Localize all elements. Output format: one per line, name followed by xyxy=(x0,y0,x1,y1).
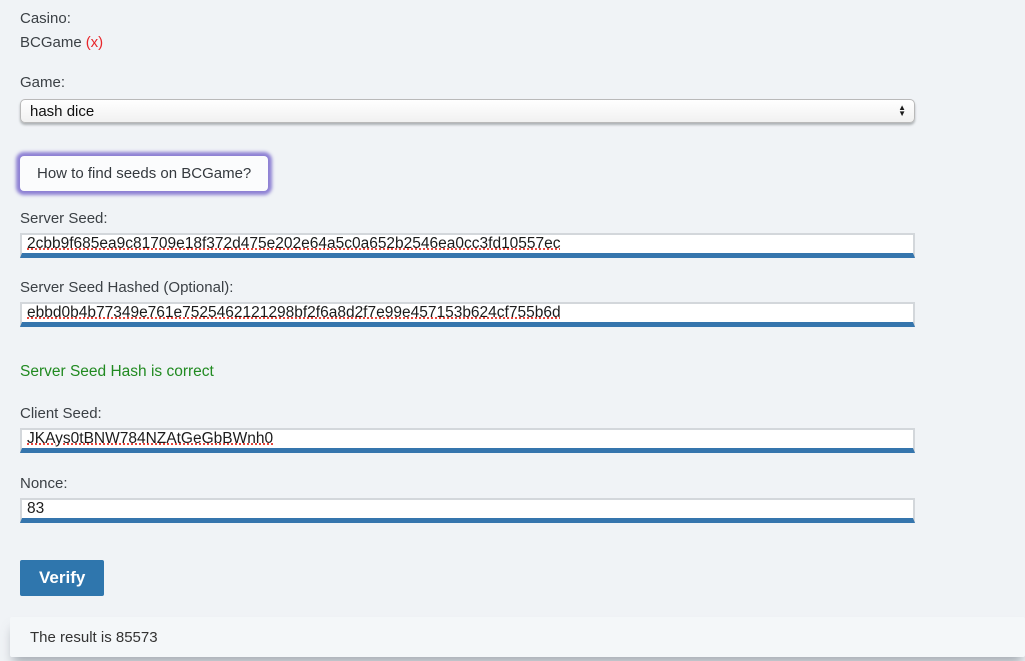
client-seed-label: Client Seed: xyxy=(20,405,915,423)
server-seed-input[interactable] xyxy=(20,233,915,258)
nonce-label: Nonce: xyxy=(20,475,915,493)
result-box: The result is 85573 xyxy=(10,617,1025,657)
casino-label: Casino: xyxy=(20,10,915,28)
server-seed-hashed-input[interactable] xyxy=(20,302,915,327)
casino-row: BCGame(x) xyxy=(20,34,915,52)
how-to-find-seeds-button[interactable]: How to find seeds on BCGame? xyxy=(20,156,268,191)
server-seed-hashed-label: Server Seed Hashed (Optional): xyxy=(20,279,915,297)
remove-casino-button[interactable]: (x) xyxy=(86,34,104,51)
client-seed-input[interactable] xyxy=(20,428,915,453)
verifier-form: Casino: BCGame(x) Game: hash dice ▲ ▼ Ho… xyxy=(0,0,915,596)
game-label: Game: xyxy=(20,74,915,92)
verify-button[interactable]: Verify xyxy=(20,560,104,596)
result-text: The result is 85573 xyxy=(30,629,158,646)
server-seed-label: Server Seed: xyxy=(20,210,915,228)
casino-name: BCGame xyxy=(20,34,82,51)
game-select-wrap: hash dice ▲ ▼ xyxy=(20,99,915,123)
game-select[interactable]: hash dice xyxy=(20,99,915,123)
hash-correct-status: Server Seed Hash is correct xyxy=(20,363,915,381)
nonce-input[interactable] xyxy=(20,498,915,523)
